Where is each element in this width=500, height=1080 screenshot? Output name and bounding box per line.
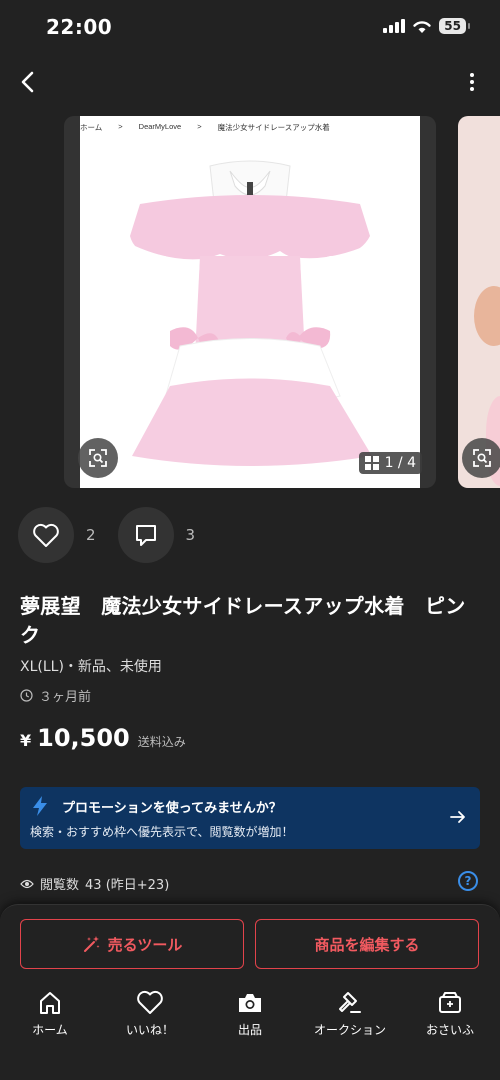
battery-indicator: 55 xyxy=(439,18,470,34)
comment-count: 3 xyxy=(185,526,196,544)
status-bar: 22:00 55 xyxy=(0,0,500,56)
bottom-tab-bar: ホーム いいね！ 出品 オークション おさいふ xyxy=(0,989,500,1049)
heart-icon xyxy=(136,989,164,1017)
image-search-button[interactable] xyxy=(78,438,118,478)
views-value: 43 (昨日+23) xyxy=(85,878,170,893)
grid-icon xyxy=(364,456,379,470)
item-title: 夢展望 魔法少女サイドレースアップ水着 ピンク xyxy=(20,594,466,647)
views-stat: 閲覧数 43 (昨日+23) xyxy=(20,874,169,893)
promotion-subtitle: 検索・おすすめ枠へ優先表示で、閲覧数が増加！ xyxy=(30,825,294,839)
camera-icon xyxy=(236,989,264,1017)
lightning-icon xyxy=(33,796,47,816)
dress-image xyxy=(130,160,372,466)
tab-home[interactable]: ホーム xyxy=(0,989,100,1049)
price-row: ¥ 10,500 送料込み xyxy=(20,724,186,752)
scan-icon xyxy=(473,449,491,467)
currency-symbol: ¥ xyxy=(20,731,32,750)
tab-likes[interactable]: いいね！ xyxy=(100,989,200,1049)
item-condition: XL(LL)・新品、未使用 xyxy=(20,659,162,675)
bottom-action-sheet: 売るツール 商品を編集する ホーム いいね！ 出品 オークション おさいふ xyxy=(0,904,500,1080)
sell-tool-button[interactable]: 売るツール xyxy=(20,919,244,969)
photo-canvas xyxy=(80,116,420,488)
wallet-icon xyxy=(436,989,464,1017)
status-icons: 55 xyxy=(383,18,470,34)
promotion-title: プロモーションを使ってみませんか？ xyxy=(62,801,282,816)
more-options-icon[interactable] xyxy=(464,66,480,98)
promotion-banner[interactable]: プロモーションを使ってみませんか？ 検索・おすすめ枠へ優先表示で、閲覧数が増加！ xyxy=(20,787,480,849)
comment-icon xyxy=(135,525,156,546)
status-time: 22:00 xyxy=(46,15,113,39)
item-actions: 2 3 xyxy=(18,507,217,563)
image-counter[interactable]: 1 / 4 xyxy=(358,452,422,474)
signal-icon xyxy=(383,19,406,33)
arrow-right-icon xyxy=(450,811,465,823)
shipping-label: 送料込み xyxy=(137,735,186,749)
product-photo-next[interactable] xyxy=(458,116,500,488)
image-search-button-2[interactable] xyxy=(462,438,500,478)
back-arrow-icon[interactable] xyxy=(12,66,44,98)
image-breadcrumb: ホーム > DearMyLove > 魔法少女サイドレースアップ水着 xyxy=(80,122,330,132)
eye-icon xyxy=(20,879,34,888)
product-photo[interactable]: ホーム > DearMyLove > 魔法少女サイドレースアップ水着 1 / 4 xyxy=(64,116,436,488)
magic-wand-icon xyxy=(83,936,100,952)
posted-time: ３ヶ月前 xyxy=(20,686,91,705)
heart-icon xyxy=(33,523,59,547)
home-icon xyxy=(36,989,64,1017)
edit-item-button[interactable]: 商品を編集する xyxy=(255,919,479,969)
like-button[interactable] xyxy=(18,507,74,563)
top-nav xyxy=(0,60,500,104)
item-price: 10,500 xyxy=(37,724,130,752)
tab-sell[interactable]: 出品 xyxy=(200,989,300,1049)
tab-wallet[interactable]: おさいふ xyxy=(400,989,500,1049)
comment-button[interactable] xyxy=(117,507,174,563)
tab-auction[interactable]: オークション xyxy=(300,989,400,1049)
gavel-icon xyxy=(336,989,364,1017)
views-label: 閲覧数 xyxy=(40,878,80,893)
help-icon[interactable]: ? xyxy=(458,871,478,891)
clock-icon xyxy=(20,689,33,702)
like-count: 2 xyxy=(86,526,96,544)
image-gallery[interactable]: ホーム > DearMyLove > 魔法少女サイドレースアップ水着 1 / 4 xyxy=(0,116,500,490)
wifi-icon xyxy=(413,20,431,33)
scan-icon xyxy=(89,449,107,467)
